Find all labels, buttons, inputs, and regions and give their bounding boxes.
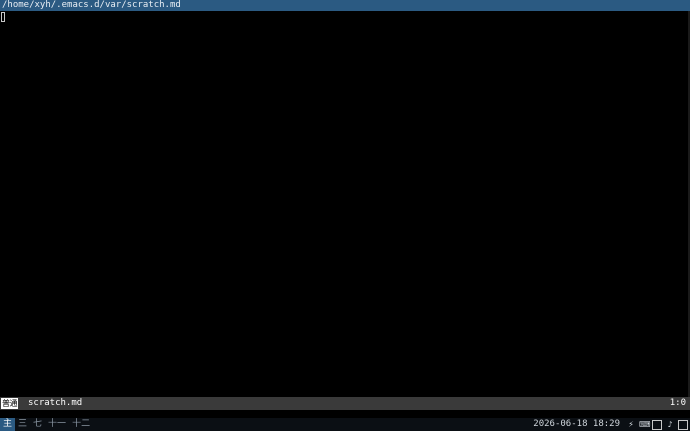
text-cursor bbox=[1, 12, 5, 22]
mode-line: 普通 scratch.md 1:0 bbox=[0, 397, 690, 410]
workspace-4[interactable]: 十一 bbox=[45, 418, 69, 431]
editor-buffer[interactable] bbox=[0, 11, 690, 397]
workspace-1[interactable]: 主 bbox=[0, 418, 16, 431]
keyboard-icon[interactable]: ⌨ bbox=[639, 420, 651, 430]
network-icon[interactable] bbox=[652, 419, 662, 430]
battery-icon[interactable] bbox=[678, 419, 688, 430]
power-icon[interactable]: ⚡ bbox=[626, 420, 636, 430]
cursor-position: 1:0 bbox=[669, 398, 686, 408]
workspace-5[interactable]: 十二 bbox=[69, 418, 93, 431]
volume-icon[interactable]: ♪ bbox=[665, 420, 675, 430]
window-title-bar: /home/xyh/.emacs.d/var/scratch.md bbox=[0, 0, 690, 11]
taskbar: 主 三 七 十一 十二 2026-06-18 18:29 ⚡ ⌨ ♪ bbox=[0, 418, 690, 431]
emacs-screen: /home/xyh/.emacs.d/var/scratch.md 普通 scr… bbox=[0, 0, 690, 431]
workspace-3[interactable]: 七 bbox=[30, 418, 45, 431]
system-tray: 2026-06-18 18:29 ⚡ ⌨ ♪ bbox=[533, 418, 688, 431]
buffer-name[interactable]: scratch.md bbox=[28, 397, 82, 410]
workspace-switcher: 主 三 七 十一 十二 bbox=[0, 418, 93, 431]
clock[interactable]: 2026-06-18 18:29 bbox=[533, 418, 620, 431]
echo-area bbox=[0, 410, 690, 418]
workspace-2[interactable]: 三 bbox=[15, 418, 30, 431]
evil-state-indicator: 普通 bbox=[1, 398, 18, 409]
window-title: /home/xyh/.emacs.d/var/scratch.md bbox=[2, 0, 181, 10]
